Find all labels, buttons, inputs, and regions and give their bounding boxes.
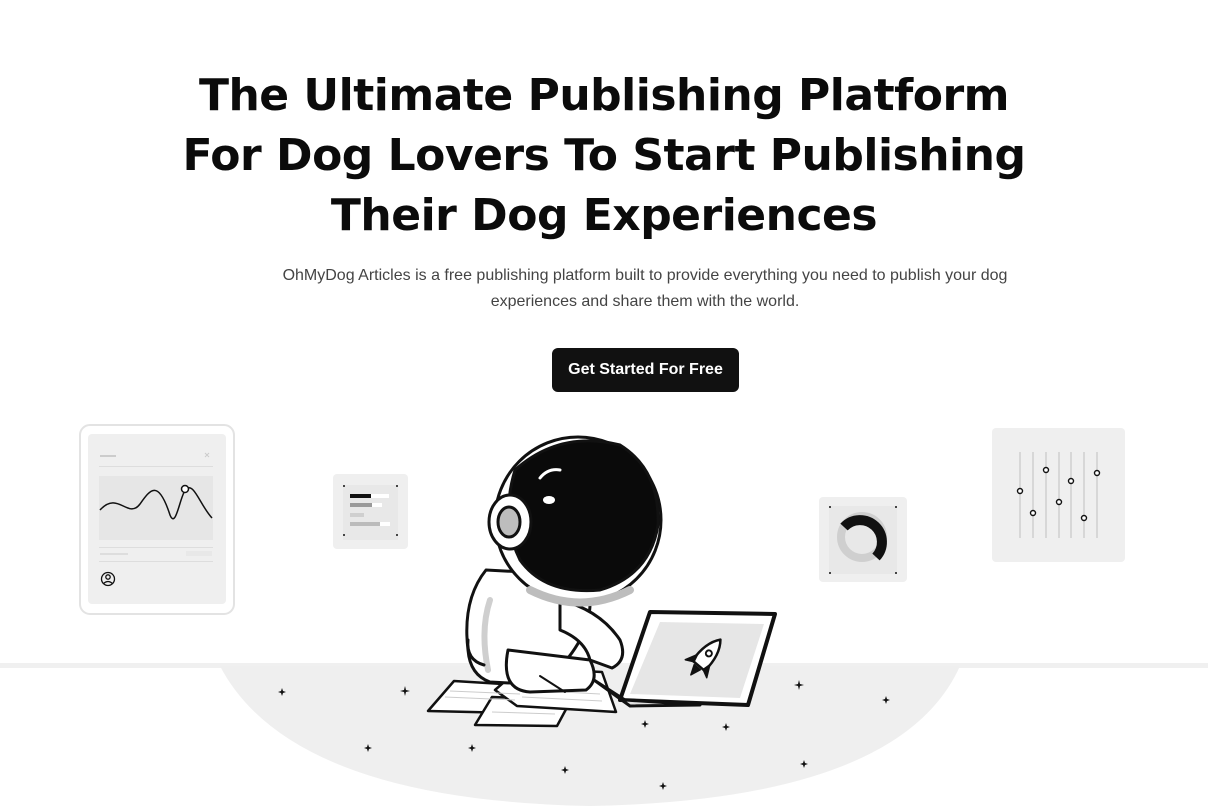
hero-title-line-3: Their Dog Experiences xyxy=(330,190,878,241)
star-icon xyxy=(659,782,667,790)
astronaut-icon xyxy=(465,435,663,694)
hero-title: The Ultimate Publishing Platform For Dog… xyxy=(0,66,1208,246)
star-icon xyxy=(722,723,730,731)
star-icon xyxy=(278,688,286,696)
get-started-button[interactable]: Get Started For Free xyxy=(552,348,739,392)
hero-title-line-1: The Ultimate Publishing Platform xyxy=(198,70,1010,121)
donut-chart-card xyxy=(819,497,907,582)
line-chart-card xyxy=(79,424,235,615)
ground-line xyxy=(0,663,1208,668)
ground-bowl xyxy=(220,666,960,806)
star-icon xyxy=(641,720,649,728)
close-icon xyxy=(204,452,210,458)
hero-subtitle: OhMyDog Articles is a free publishing pl… xyxy=(282,267,1008,310)
star-icon xyxy=(800,760,808,768)
sliders-card xyxy=(992,428,1125,562)
laptop xyxy=(592,610,777,708)
stars xyxy=(278,680,890,790)
rocket-icon xyxy=(684,638,722,679)
user-icon xyxy=(100,571,116,587)
paper-sheets xyxy=(426,666,618,728)
star-icon xyxy=(882,696,890,704)
star-icon xyxy=(400,686,410,696)
text-bars-card xyxy=(333,474,408,549)
star-icon xyxy=(561,766,569,774)
star-icon xyxy=(794,680,804,690)
star-icon xyxy=(364,744,372,752)
hero-title-line-2: For Dog Lovers To Start Publishing xyxy=(182,130,1026,181)
star-icon xyxy=(468,744,476,752)
